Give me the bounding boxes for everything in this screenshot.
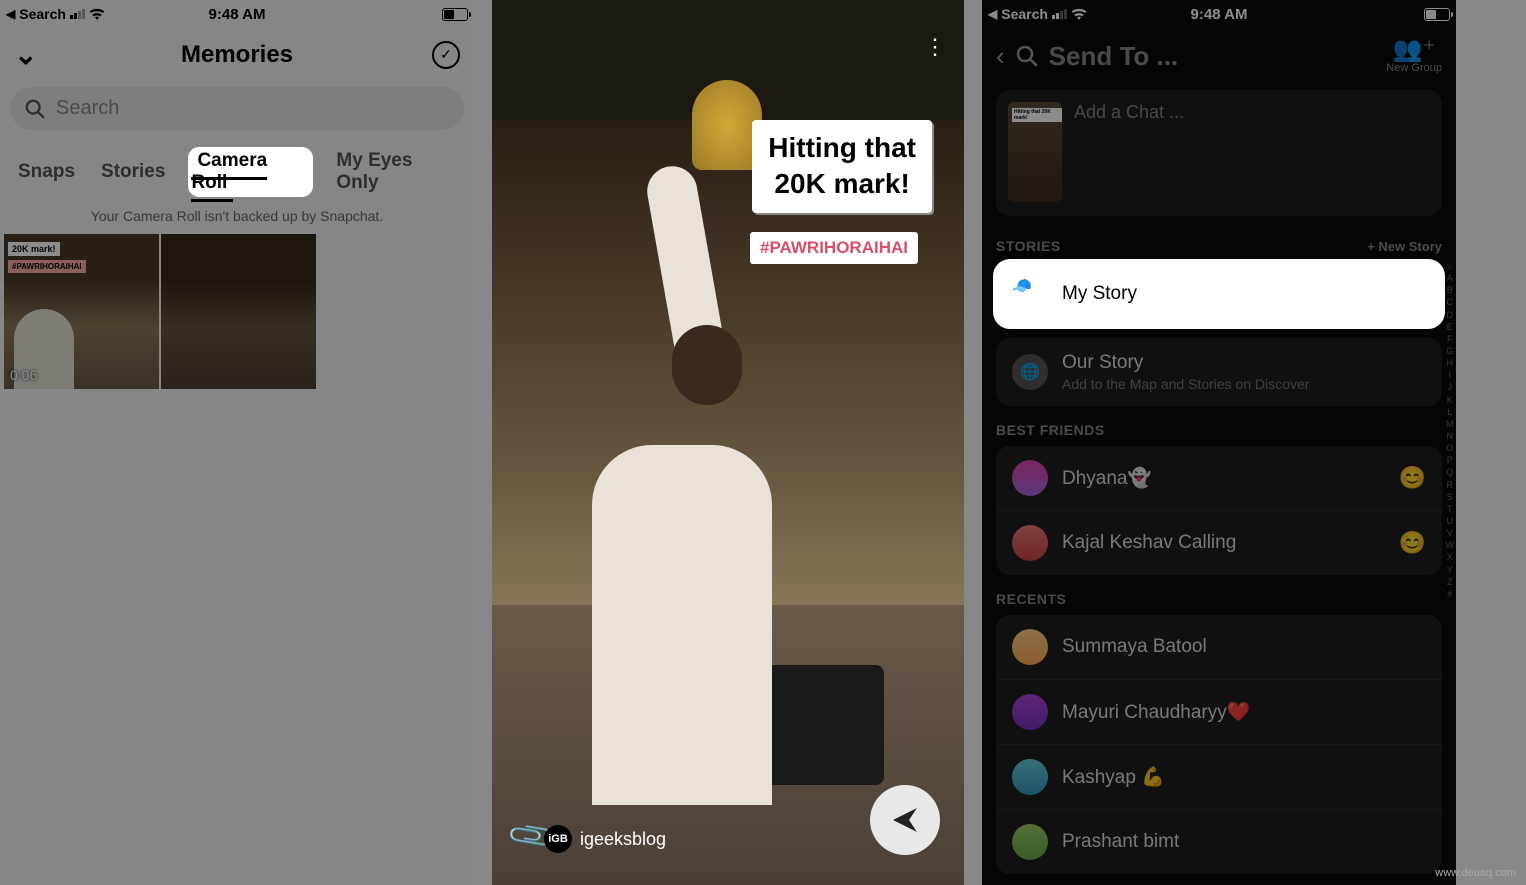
cellular-icon — [1052, 9, 1067, 19]
recent-row[interactable]: Prashant bimt — [996, 809, 1442, 874]
new-group-icon: 👥⁺ — [1386, 38, 1442, 62]
tab-stories[interactable]: Stories — [101, 161, 165, 183]
video-duration: 0:06 — [10, 367, 37, 383]
memories-header: ⌄ Memories ✓ — [0, 28, 474, 81]
bitmoji-avatar — [1012, 759, 1048, 795]
alphabet-index[interactable]: ☆ABCDEFGHIJKLMNOPQRSTUVWXYZ# — [1446, 260, 1455, 600]
bff-emoji-icon: 😊 — [1399, 530, 1426, 556]
select-button[interactable]: ✓ — [432, 41, 460, 69]
bitmoji-avatar — [1012, 460, 1048, 496]
brand-badge: iGB — [544, 825, 572, 853]
back-to-app-icon[interactable]: ◀ — [6, 7, 15, 21]
stories-section-header: STORIES + New Story — [982, 222, 1456, 262]
snap-preview-thumb: Hitting that 20K mark! — [1008, 102, 1062, 202]
thumb-hashtag: #PAWRIHORAIHAI — [8, 260, 86, 273]
status-bar: ◀ Search 9:48 AM — [982, 0, 1456, 28]
snap-caption[interactable]: Hitting that20K mark! — [752, 120, 932, 213]
back-app-label[interactable]: Search — [1001, 6, 1048, 22]
my-story-row[interactable]: 🧢 My Story — [996, 262, 1442, 326]
recent-row[interactable]: Mayuri Chaudharyy❤️ — [996, 679, 1442, 744]
send-to-title: Send To ... — [1049, 41, 1179, 72]
search-placeholder: Search — [56, 97, 119, 120]
backup-note: Your Camera Roll isn't backed up by Snap… — [0, 202, 474, 234]
media-thumbnail[interactable] — [161, 234, 316, 389]
back-app-label[interactable]: Search — [19, 6, 66, 22]
status-bar: ◀ Search 9:48 AM — [0, 0, 474, 28]
tab-camera-roll[interactable]: Camera Roll — [191, 138, 267, 202]
snap-hashtag[interactable]: #PAWRIHORAIHAI — [750, 232, 918, 264]
search-input[interactable]: Search — [10, 87, 464, 130]
globe-icon: 🌐 — [1012, 354, 1048, 390]
send-to-screen: ◀ Search 9:48 AM ‹ Send To ... 👥⁺ New Gr… — [982, 0, 1456, 885]
back-icon[interactable]: ‹ — [996, 41, 1005, 72]
page-title: Memories — [181, 41, 293, 69]
bitmoji-avatar — [1012, 525, 1048, 561]
memories-tabs: Snaps Stories Camera Roll My Eyes Only — [0, 136, 474, 202]
new-story-button[interactable]: + New Story — [1367, 239, 1442, 254]
search-icon[interactable] — [1015, 44, 1039, 68]
wifi-icon — [1071, 8, 1087, 20]
media-thumbnail[interactable]: 20K mark! #PAWRIHORAIHAI 0:06 — [4, 234, 159, 389]
chat-placeholder: Add a Chat ... — [1074, 102, 1184, 204]
add-chat-input[interactable]: Hitting that 20K mark! Add a Chat ... — [996, 90, 1442, 216]
best-friends-section-header: BEST FRIENDS — [982, 406, 1456, 446]
thumb-caption: 20K mark! — [8, 242, 60, 256]
memories-screen: ◀ Search 9:48 AM ⌄ Memories ✓ Search Sna… — [0, 0, 474, 885]
send-arrow-icon — [889, 804, 921, 836]
recents-section-header: RECENTS — [982, 575, 1456, 615]
search-icon — [24, 98, 46, 120]
bitmoji-avatar — [1012, 629, 1048, 665]
bitmoji-avatar — [1012, 694, 1048, 730]
chevron-down-icon[interactable]: ⌄ — [14, 38, 37, 71]
friend-row[interactable]: Dhyana👻 😊 — [996, 446, 1442, 510]
bitmoji-avatar: 🧢 — [1012, 276, 1048, 312]
recent-row[interactable]: Kashyap 💪 — [996, 744, 1442, 809]
battery-icon — [442, 8, 468, 21]
snap-preview-screen: ⋮ Hitting that20K mark! #PAWRIHORAIHAI 📎… — [492, 0, 964, 885]
back-to-app-icon[interactable]: ◀ — [988, 7, 997, 21]
more-icon[interactable]: ⋮ — [924, 34, 946, 60]
cellular-icon — [70, 9, 85, 19]
bff-emoji-icon: 😊 — [1399, 465, 1426, 491]
our-story-row[interactable]: 🌐 Our Story Add to the Map and Stories o… — [996, 338, 1442, 406]
brand-name: igeeksblog — [580, 829, 666, 850]
watermark: www.deuaq.com — [1435, 867, 1516, 879]
friend-row[interactable]: Kajal Keshav Calling 😊 — [996, 510, 1442, 575]
tab-snaps[interactable]: Snaps — [18, 161, 75, 183]
recent-row[interactable]: Summaya Batool — [996, 615, 1442, 679]
wifi-icon — [89, 8, 105, 20]
camera-roll-grid: 20K mark! #PAWRIHORAIHAI 0:06 — [0, 234, 474, 389]
new-group-button[interactable]: 👥⁺ New Group — [1386, 38, 1442, 74]
send-to-header: ‹ Send To ... 👥⁺ New Group — [982, 28, 1456, 84]
attribution-label: iGB igeeksblog — [544, 825, 666, 853]
send-button[interactable] — [870, 785, 940, 855]
bitmoji-avatar — [1012, 824, 1048, 860]
clock: 9:48 AM — [1191, 6, 1248, 23]
clock: 9:48 AM — [209, 6, 266, 23]
battery-icon — [1424, 8, 1450, 21]
tab-my-eyes-only[interactable]: My Eyes Only — [336, 150, 456, 194]
